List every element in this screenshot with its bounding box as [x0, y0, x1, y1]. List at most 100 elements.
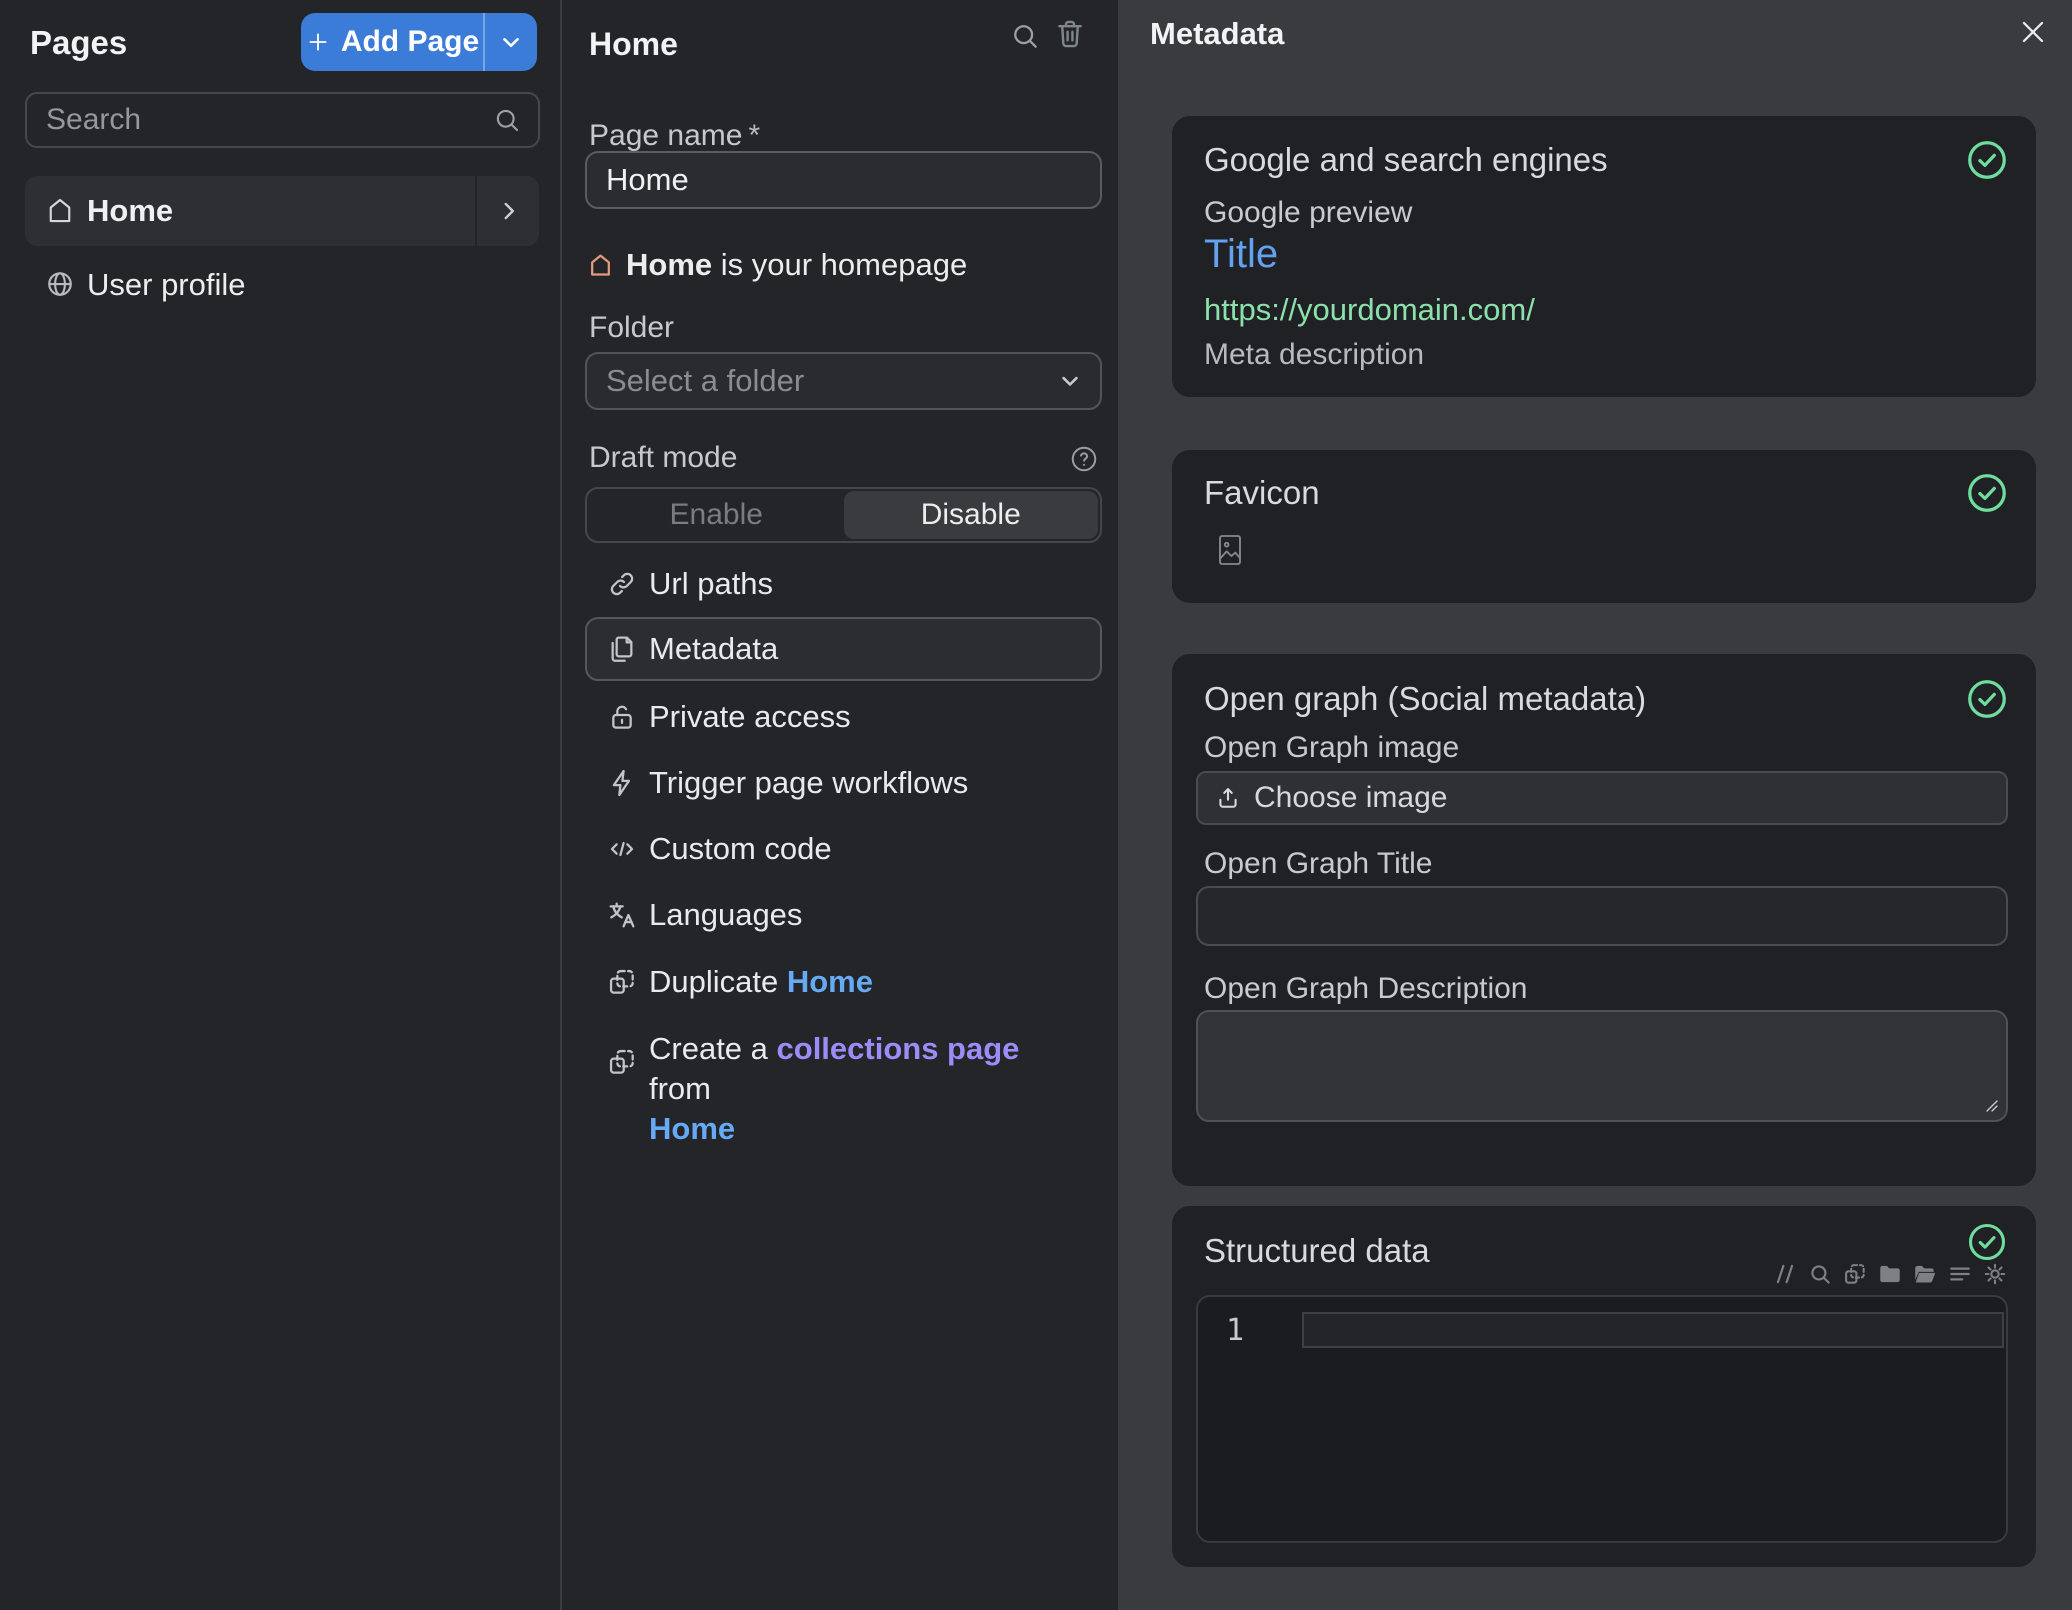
- create-collections-label: Create a collections page from Home: [649, 1029, 1069, 1149]
- comment-slashes-icon[interactable]: [1772, 1261, 1798, 1287]
- google-search-card: Google and search engines Google preview…: [1172, 116, 2036, 397]
- duplicate-page-name: Home: [787, 964, 873, 999]
- duplicate-icon: [606, 1046, 638, 1078]
- check-circle-icon: [1964, 137, 2010, 183]
- pages-panel: Pages Add Page Home User profile: [0, 0, 560, 1610]
- align-lines-icon[interactable]: [1947, 1261, 1973, 1287]
- menu-item-private-access[interactable]: Private access: [562, 684, 1118, 750]
- page-settings-panel: Home Page name* Home is your homepage Fo…: [562, 0, 1118, 1610]
- card-title: Google and search engines: [1204, 141, 1608, 179]
- search-icon: [492, 105, 522, 135]
- add-page-label: Add Page: [341, 25, 479, 59]
- home-icon: [45, 196, 75, 226]
- check-circle-icon: [1965, 1220, 2009, 1264]
- create-collections-page-name: Home: [649, 1111, 735, 1146]
- folder-open-icon[interactable]: [1912, 1261, 1938, 1287]
- collections-page-link: collections page: [777, 1031, 1020, 1066]
- add-page-button[interactable]: Add Page: [301, 13, 483, 71]
- chevron-down-icon: [1056, 367, 1084, 395]
- favicon-card: Favicon: [1172, 450, 2036, 603]
- resize-handle-icon[interactable]: [1983, 1097, 1999, 1113]
- line-number: 1: [1226, 1313, 1244, 1348]
- og-description-label: Open Graph Description: [1204, 972, 1528, 1006]
- menu-item-create-collections-page[interactable]: Create a collections page from Home: [562, 1022, 1118, 1122]
- pages-panel-title: Pages: [30, 24, 127, 62]
- draft-enable-button[interactable]: Enable: [589, 491, 844, 539]
- menu-item-trigger-workflows[interactable]: Trigger page workflows: [562, 750, 1118, 816]
- card-title: Open graph (Social metadata): [1204, 680, 1646, 718]
- open-graph-card: Open graph (Social metadata) Open Graph …: [1172, 654, 2036, 1186]
- choose-image-label: Choose image: [1254, 781, 1447, 815]
- plus-icon: [305, 29, 331, 55]
- pages-search-input[interactable]: [27, 103, 492, 137]
- home-row-divider: [475, 176, 477, 246]
- structured-data-code-editor[interactable]: 1: [1196, 1295, 2008, 1543]
- draft-mode-label: Draft mode: [589, 441, 737, 475]
- card-title: Favicon: [1204, 474, 1320, 512]
- add-page-dropdown-button[interactable]: [485, 13, 537, 71]
- lightning-icon: [606, 767, 638, 799]
- draft-mode-toggle: Enable Disable: [585, 487, 1102, 543]
- menu-item-duplicate-page[interactable]: Duplicate Home: [562, 949, 1118, 1015]
- active-code-line[interactable]: [1302, 1312, 2004, 1348]
- card-title: Structured data: [1204, 1232, 1430, 1270]
- google-preview-label: Google preview: [1204, 196, 1412, 230]
- og-title-label: Open Graph Title: [1204, 847, 1432, 881]
- lock-icon: [606, 701, 638, 733]
- homepage-note: Home is your homepage: [587, 247, 967, 283]
- duplicate-icon: [606, 966, 638, 998]
- chevron-down-icon: [498, 29, 524, 55]
- structured-data-card: Structured data 1: [1172, 1206, 2036, 1567]
- sidebar-item-label: User profile: [87, 267, 246, 303]
- link-icon: [606, 568, 638, 600]
- upload-icon: [1214, 784, 1242, 812]
- google-preview-description: Meta description: [1204, 338, 1424, 372]
- pages-icon: [606, 633, 638, 665]
- og-description-field: [1196, 1010, 2008, 1122]
- page-name-label: Page name*: [589, 119, 760, 153]
- draft-disable-button[interactable]: Disable: [844, 491, 1099, 539]
- add-page-button-group: Add Page: [301, 13, 537, 71]
- pages-search-box: [25, 92, 540, 148]
- code-icon: [606, 833, 638, 865]
- homepage-note-text: Home is your homepage: [626, 247, 967, 283]
- menu-item-custom-code[interactable]: Custom code: [562, 816, 1118, 882]
- folder-select-placeholder: Select a folder: [587, 363, 1056, 399]
- menu-item-languages[interactable]: Languages: [562, 882, 1118, 948]
- required-asterisk: *: [748, 119, 760, 152]
- page-name-input[interactable]: [587, 153, 1100, 207]
- folder-icon[interactable]: [1877, 1261, 1903, 1287]
- search-icon[interactable]: [1009, 20, 1041, 52]
- check-circle-icon: [1964, 470, 2010, 516]
- page-settings-title: Home: [589, 26, 678, 63]
- sidebar-item-user-profile[interactable]: User profile: [25, 254, 539, 314]
- close-icon[interactable]: [2015, 14, 2051, 50]
- google-preview-title: Title: [1204, 232, 1278, 277]
- menu-item-metadata[interactable]: Metadata: [562, 616, 1118, 682]
- og-description-input[interactable]: [1198, 1012, 2006, 1120]
- search-icon[interactable]: [1807, 1261, 1833, 1287]
- globe-icon: [45, 269, 75, 299]
- sidebar-item-home[interactable]: Home: [25, 176, 539, 246]
- settings-gear-icon[interactable]: [1982, 1261, 2008, 1287]
- page-name-field: [585, 151, 1102, 209]
- copy-icon[interactable]: [1842, 1261, 1868, 1287]
- home-icon: [587, 252, 614, 279]
- folder-select[interactable]: Select a folder: [585, 352, 1102, 410]
- check-circle-icon: [1964, 676, 2010, 722]
- og-title-field: [1196, 886, 2008, 946]
- choose-image-button[interactable]: Choose image: [1196, 771, 2008, 825]
- code-editor-toolbar: [1772, 1261, 2008, 1287]
- help-icon[interactable]: [1069, 444, 1099, 474]
- og-image-label: Open Graph image: [1204, 731, 1459, 765]
- chevron-right-icon[interactable]: [496, 198, 522, 224]
- sidebar-item-label: Home: [87, 193, 173, 229]
- translate-icon: [606, 899, 638, 931]
- folder-label: Folder: [589, 311, 674, 345]
- menu-item-url-paths[interactable]: Url paths: [562, 551, 1118, 617]
- favicon-image-placeholder-icon: [1218, 534, 1242, 566]
- trash-icon[interactable]: [1053, 17, 1087, 51]
- og-title-input[interactable]: [1198, 888, 2006, 944]
- google-preview-url: https://yourdomain.com/: [1204, 292, 1535, 328]
- metadata-panel: Metadata Google and search engines Googl…: [1118, 0, 2072, 1610]
